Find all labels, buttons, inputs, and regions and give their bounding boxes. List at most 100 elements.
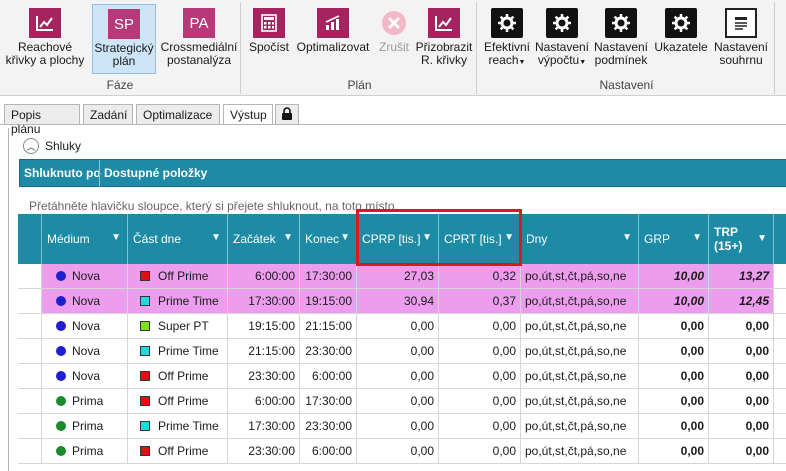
summary-settings-button[interactable]: Nastavení souhrnu [711,4,771,74]
row-indicator [18,414,42,438]
condition-settings-button[interactable]: Nastavení podmínek [591,4,651,74]
tab-popis-planu[interactable]: Popis plánu [4,104,80,136]
column-header-dny[interactable]: Dny ▼ [521,214,639,264]
cell-cast-dne: Off Prime [128,439,228,463]
row-indicator [18,264,42,288]
column-header-cast-dne[interactable]: Část dne ▼ [128,214,228,264]
dropdown-arrow-icon: ▼ [579,59,587,66]
medium-text: Nova [72,344,101,358]
cell-start: 19:15:00 [228,314,300,338]
cell-start: 17:30:00 [228,289,300,313]
table-row[interactable]: Nova Prime Time 17:30:00 19:15:00 30,94 0,37 p… [18,289,786,314]
summary-settings-label-2: souhrnu [719,53,763,67]
row-indicator [18,314,42,338]
table-row[interactable]: Nova Super PT 19:15:00 21:15:00 0,00 0,00 po,ú… [18,314,786,339]
cancel-button[interactable]: Zrušit [373,4,415,74]
cell-medium: Prima [42,389,128,413]
cell-cprt: 0,00 [439,339,521,363]
column-header-trp[interactable]: TRP (15+) ▼ [709,214,774,264]
daypart-swatch-icon [140,346,150,356]
cell-grp: 0,00 [639,314,709,338]
table-row[interactable]: Prima Off Prime 23:30:00 6:00:00 0,00 0,00 po,… [18,439,786,464]
cell-trp: 0,00 [709,389,774,413]
grouped-by-label[interactable]: Shluknuto po [24,166,101,180]
filter-icon[interactable]: ▼ [211,232,221,243]
tab-label: Zadání [90,108,128,122]
cell-cprt: 0,00 [439,389,521,413]
cell-start: 21:15:00 [228,339,300,363]
tab-lock[interactable] [275,104,299,125]
cell-end: 23:30:00 [300,339,357,363]
cell-start: 6:00:00 [228,389,300,413]
cell-start: 23:30:00 [228,364,300,388]
filter-icon[interactable]: ▼ [757,232,767,246]
indicators-button[interactable]: Ukazatele [653,4,709,74]
gear-icon [665,8,697,38]
cell-cprp: 0,00 [357,339,439,363]
reach-curves-button[interactable]: Reachové křivky a plochy [4,4,86,74]
cell-medium: Nova [42,364,128,388]
calculator-icon [253,8,285,38]
table-row[interactable]: Prima Off Prime 6:00:00 17:30:00 0,00 0,00 po,… [18,389,786,414]
daypart-swatch-icon [140,421,150,431]
filter-icon[interactable]: ▼ [283,232,293,243]
column-header-label: Začátek [233,232,276,246]
calc-settings-button[interactable]: Nastavení výpočtu▼ [533,4,591,74]
crossmedia-postanalysis-button[interactable]: PA Crossmediální postanalýza [160,4,238,74]
medium-text: Nova [72,319,101,333]
tab-vystup[interactable]: Výstup [223,104,273,125]
trp-sub-label: (15+) [714,239,743,253]
cancel-label: Zrušit [379,40,409,54]
column-header-zacatek[interactable]: Začátek ▼ [228,214,300,264]
optimize-button[interactable]: Optimalizovat [293,4,373,74]
cell-trp: 0,00 [709,439,774,463]
cell-trp: 0,00 [709,414,774,438]
daypart-swatch-icon [140,321,150,331]
cell-trp: 0,00 [709,314,774,338]
cell-cast-dne: Prime Time [128,339,228,363]
cell-end: 19:15:00 [300,289,357,313]
column-header-konec[interactable]: Konec ▼ [300,214,357,264]
table-row[interactable]: Nova Off Prime 23:30:00 6:00:00 0,00 0,00 po,ú… [18,364,786,389]
pa-icon: PA [183,8,215,38]
filter-icon[interactable]: ▼ [692,232,702,243]
available-items-label[interactable]: Dostupné položky [104,166,207,180]
medium-text: Prima [72,394,104,408]
tab-bar: Popis plánu Zadání Optimalizace Výstup [0,100,786,136]
cell-end: 17:30:00 [300,389,357,413]
crossmedia-label-2: postanalýza [166,53,232,67]
column-header-label: Konec [305,232,340,246]
cell-dny: po,út,st,čt,pá,so,ne [521,389,639,413]
tab-zadani[interactable]: Zadání [83,104,133,125]
filter-icon[interactable]: ▼ [622,232,632,243]
daypart-swatch-icon [140,296,150,306]
effective-reach-button[interactable]: Efektivní reach▼ [483,4,531,74]
cell-medium: Nova [42,289,128,313]
daypart-swatch-icon [140,446,150,456]
tab-label: Výstup [230,108,267,122]
media-dot-icon [56,321,66,331]
column-header-medium[interactable]: Médium ▼ [42,214,128,264]
show-curves-button[interactable]: Přizobrazit R. křivky [415,4,473,74]
table-row[interactable]: Prima Prime Time 17:30:00 23:30:00 0,00 0,00 p… [18,414,786,439]
compute-button[interactable]: Spočíst [247,4,291,74]
column-header-grp[interactable]: GRP ▼ [639,214,709,264]
column-header-label: Médium [47,232,90,246]
document-icon [725,8,757,38]
medium-text: Prima [72,444,104,458]
filter-icon[interactable]: ▼ [340,232,350,243]
table-row[interactable]: Nova Prime Time 21:15:00 23:30:00 0,00 0,00 po… [18,339,786,364]
optimize-chart-icon [317,8,349,38]
tab-optimalizace[interactable]: Optimalizace [136,104,220,125]
filter-icon[interactable]: ▼ [111,232,121,243]
strategic-plan-label-2: plán [112,54,136,68]
gear-icon [546,8,578,38]
cell-trp: 12,45 [709,289,774,313]
cell-grp: 10,00 [639,289,709,313]
row-indicator-header [18,214,42,264]
sp-icon: SP [108,9,140,39]
chevron-up-icon[interactable]: ︿ [23,138,39,154]
table-row[interactable]: Nova Off Prime 6:00:00 17:30:00 27,03 0,32 po,… [18,264,786,289]
shluky-header: ︿ Shluky [23,138,81,154]
strategic-plan-button[interactable]: SP Strategický plán [92,4,156,74]
